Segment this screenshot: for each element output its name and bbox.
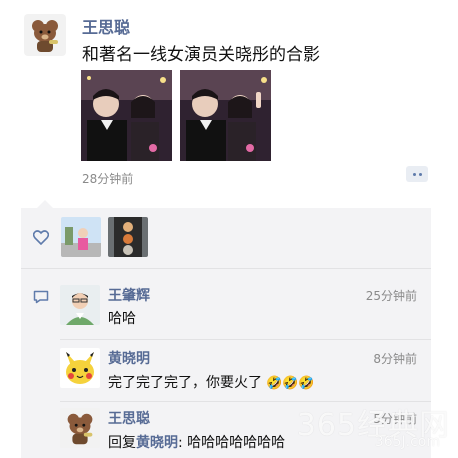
comment-text: 完了完了完了，你要火了 🤣🤣🤣 (108, 372, 315, 392)
post-text: 和著名一线女演员关晓彤的合影 (82, 45, 320, 65)
comment-time: 8分钟前 (373, 352, 417, 366)
comment-author[interactable]: 王思聪 (108, 408, 150, 428)
like-avatar-2[interactable] (108, 217, 148, 257)
comment-avatar-2[interactable] (60, 348, 100, 388)
selfie-photo-icon (180, 70, 271, 161)
bear-avatar-icon (32, 20, 58, 52)
comment-body: 完了完了完了，你要火了 (108, 375, 262, 391)
pikachu-avatar-icon (60, 348, 100, 388)
reply-prefix: 回复 (108, 435, 136, 451)
post-photo-2[interactable] (180, 70, 271, 161)
like-avatar-1[interactable] (61, 217, 101, 257)
comment-avatar-1[interactable] (60, 285, 100, 325)
post-photo-1[interactable] (81, 70, 172, 161)
more-button[interactable] (406, 166, 428, 182)
comment-divider (60, 339, 431, 340)
reply-to-name[interactable]: 黄晓明 (136, 435, 178, 451)
user-avatar-icon (108, 217, 148, 257)
comment-icon (33, 290, 49, 304)
watermark-url: 365J.com (374, 434, 440, 450)
post-time: 28分钟前 (82, 172, 134, 186)
bear-avatar-icon (67, 413, 93, 445)
selfie-photo-icon (81, 70, 172, 161)
comment-author[interactable]: 王肇辉 (108, 285, 150, 305)
likes-divider (21, 268, 431, 269)
heart-icon (33, 230, 49, 245)
comment-author[interactable]: 黄晓明 (108, 348, 150, 368)
more-icon (412, 172, 416, 176)
comment-text: 回复黄晓明: 哈哈哈哈哈哈哈 (108, 432, 285, 452)
comment-avatar-3[interactable] (60, 408, 100, 448)
comment-text: 哈哈 (108, 311, 136, 327)
post-author-name[interactable]: 王思聪 (82, 14, 130, 38)
laughing-emoji: 🤣🤣🤣 (266, 376, 315, 391)
post-author-avatar[interactable] (24, 14, 66, 56)
comment-time: 25分钟前 (365, 289, 417, 303)
user-avatar-icon (60, 285, 100, 325)
user-avatar-icon (61, 217, 101, 257)
comment-body: : 哈哈哈哈哈哈哈 (178, 435, 286, 451)
